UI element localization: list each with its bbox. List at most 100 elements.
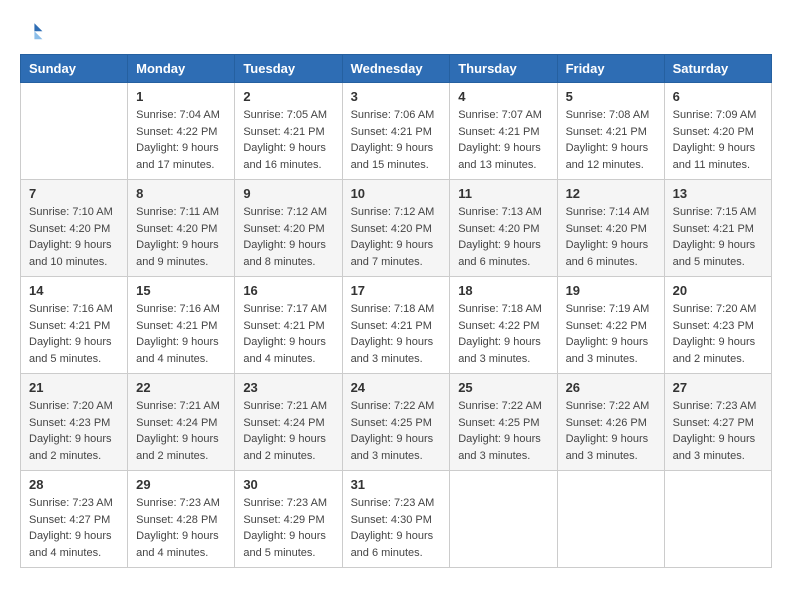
day-info: Sunrise: 7:06 AM Sunset: 4:21 PM Dayligh… bbox=[351, 107, 442, 173]
calendar-cell: 13 Sunrise: 7:15 AM Sunset: 4:21 PM Dayli… bbox=[664, 180, 771, 277]
calendar-cell: 15Sunrise: 7:16 AM Sunset: 4:21 PM Dayli… bbox=[128, 277, 235, 374]
calendar-cell: 7 Sunrise: 7:10 AM Sunset: 4:20 PM Daylig… bbox=[21, 180, 128, 277]
day-info: Sunrise: 7:07 AM Sunset: 4:21 PM Dayligh… bbox=[458, 107, 548, 173]
calendar-cell: 14Sunrise: 7:16 AM Sunset: 4:21 PM Dayli… bbox=[21, 277, 128, 374]
calendar-cell: 21 Sunrise: 7:20 AM Sunset: 4:23 PM Dayli… bbox=[21, 374, 128, 471]
calendar-cell: 26Sunrise: 7:22 AM Sunset: 4:26 PM Dayli… bbox=[557, 374, 664, 471]
calendar-cell: 8 Sunrise: 7:11 AM Sunset: 4:20 PM Daylig… bbox=[128, 180, 235, 277]
day-number: 9 bbox=[243, 186, 333, 201]
calendar-cell: 19 Sunrise: 7:19 AM Sunset: 4:22 PM Dayli… bbox=[557, 277, 664, 374]
day-info: Sunrise: 7:20 AM Sunset: 4:23 PM Dayligh… bbox=[29, 398, 119, 464]
day-number: 11 bbox=[458, 186, 548, 201]
day-number: 4 bbox=[458, 89, 548, 104]
day-info: Sunrise: 7:21 AM Sunset: 4:24 PM Dayligh… bbox=[243, 398, 333, 464]
day-info: Sunrise: 7:11 AM Sunset: 4:20 PM Dayligh… bbox=[136, 204, 226, 270]
day-number: 20 bbox=[673, 283, 763, 298]
calendar-cell: 6Sunrise: 7:09 AM Sunset: 4:20 PM Daylig… bbox=[664, 83, 771, 180]
calendar-cell: 1Sunrise: 7:04 AM Sunset: 4:22 PM Daylig… bbox=[128, 83, 235, 180]
column-header-tuesday: Tuesday bbox=[235, 55, 342, 83]
day-number: 29 bbox=[136, 477, 226, 492]
calendar-cell: 11 Sunrise: 7:13 AM Sunset: 4:20 PM Dayli… bbox=[450, 180, 557, 277]
day-info: Sunrise: 7:23 AM Sunset: 4:27 PM Dayligh… bbox=[29, 495, 119, 561]
day-info: Sunrise: 7:19 AM Sunset: 4:22 PM Dayligh… bbox=[566, 301, 656, 367]
day-number: 24 bbox=[351, 380, 442, 395]
day-info: Sunrise: 7:23 AM Sunset: 4:27 PM Dayligh… bbox=[673, 398, 763, 464]
day-number: 23 bbox=[243, 380, 333, 395]
calendar-cell: 31 Sunrise: 7:23 AM Sunset: 4:30 PM Dayli… bbox=[342, 471, 450, 568]
day-number: 30 bbox=[243, 477, 333, 492]
day-number: 31 bbox=[351, 477, 442, 492]
day-info: Sunrise: 7:08 AM Sunset: 4:21 PM Dayligh… bbox=[566, 107, 656, 173]
calendar-cell bbox=[450, 471, 557, 568]
day-info: Sunrise: 7:12 AM Sunset: 4:20 PM Dayligh… bbox=[243, 204, 333, 270]
calendar-cell: 12 Sunrise: 7:14 AM Sunset: 4:20 PM Dayli… bbox=[557, 180, 664, 277]
day-number: 14 bbox=[29, 283, 119, 298]
day-info: Sunrise: 7:17 AM Sunset: 4:21 PM Dayligh… bbox=[243, 301, 333, 367]
day-number: 5 bbox=[566, 89, 656, 104]
day-number: 21 bbox=[29, 380, 119, 395]
calendar-cell: 23 Sunrise: 7:21 AM Sunset: 4:24 PM Dayli… bbox=[235, 374, 342, 471]
day-number: 2 bbox=[243, 89, 333, 104]
day-info: Sunrise: 7:23 AM Sunset: 4:30 PM Dayligh… bbox=[351, 495, 442, 561]
day-info: Sunrise: 7:15 AM Sunset: 4:21 PM Dayligh… bbox=[673, 204, 763, 270]
calendar-cell: 29 Sunrise: 7:23 AM Sunset: 4:28 PM Dayli… bbox=[128, 471, 235, 568]
day-number: 12 bbox=[566, 186, 656, 201]
calendar-cell: 4 Sunrise: 7:07 AM Sunset: 4:21 PM Daylig… bbox=[450, 83, 557, 180]
day-info: Sunrise: 7:04 AM Sunset: 4:22 PM Dayligh… bbox=[136, 107, 226, 173]
calendar-cell: 17 Sunrise: 7:18 AM Sunset: 4:21 PM Dayli… bbox=[342, 277, 450, 374]
logo bbox=[20, 20, 48, 44]
day-info: Sunrise: 7:18 AM Sunset: 4:22 PM Dayligh… bbox=[458, 301, 548, 367]
page-header bbox=[20, 20, 772, 44]
day-info: Sunrise: 7:21 AM Sunset: 4:24 PM Dayligh… bbox=[136, 398, 226, 464]
calendar-cell bbox=[21, 83, 128, 180]
day-info: Sunrise: 7:22 AM Sunset: 4:25 PM Dayligh… bbox=[351, 398, 442, 464]
day-number: 7 bbox=[29, 186, 119, 201]
day-info: Sunrise: 7:13 AM Sunset: 4:20 PM Dayligh… bbox=[458, 204, 548, 270]
day-number: 8 bbox=[136, 186, 226, 201]
calendar-cell: 18 Sunrise: 7:18 AM Sunset: 4:22 PM Dayli… bbox=[450, 277, 557, 374]
calendar-cell: 30 Sunrise: 7:23 AM Sunset: 4:29 PM Dayli… bbox=[235, 471, 342, 568]
logo-icon bbox=[20, 20, 44, 44]
day-number: 10 bbox=[351, 186, 442, 201]
day-info: Sunrise: 7:18 AM Sunset: 4:21 PM Dayligh… bbox=[351, 301, 442, 367]
day-number: 13 bbox=[673, 186, 763, 201]
column-header-monday: Monday bbox=[128, 55, 235, 83]
day-info: Sunrise: 7:23 AM Sunset: 4:28 PM Dayligh… bbox=[136, 495, 226, 561]
day-number: 27 bbox=[673, 380, 763, 395]
day-number: 28 bbox=[29, 477, 119, 492]
week-row-5: 28 Sunrise: 7:23 AM Sunset: 4:27 PM Dayli… bbox=[21, 471, 772, 568]
calendar-table: SundayMondayTuesdayWednesdayThursdayFrid… bbox=[20, 54, 772, 568]
calendar-header-row: SundayMondayTuesdayWednesdayThursdayFrid… bbox=[21, 55, 772, 83]
day-number: 25 bbox=[458, 380, 548, 395]
calendar-cell: 22 Sunrise: 7:21 AM Sunset: 4:24 PM Dayli… bbox=[128, 374, 235, 471]
calendar-cell: 20 Sunrise: 7:20 AM Sunset: 4:23 PM Dayli… bbox=[664, 277, 771, 374]
calendar-cell bbox=[664, 471, 771, 568]
day-info: Sunrise: 7:09 AM Sunset: 4:20 PM Dayligh… bbox=[673, 107, 763, 173]
day-info: Sunrise: 7:20 AM Sunset: 4:23 PM Dayligh… bbox=[673, 301, 763, 367]
column-header-wednesday: Wednesday bbox=[342, 55, 450, 83]
calendar-cell: 9 Sunrise: 7:12 AM Sunset: 4:20 PM Daylig… bbox=[235, 180, 342, 277]
calendar-cell: 25 Sunrise: 7:22 AM Sunset: 4:25 PM Dayli… bbox=[450, 374, 557, 471]
column-header-thursday: Thursday bbox=[450, 55, 557, 83]
day-number: 3 bbox=[351, 89, 442, 104]
day-info: Sunrise: 7:14 AM Sunset: 4:20 PM Dayligh… bbox=[566, 204, 656, 270]
calendar-cell bbox=[557, 471, 664, 568]
day-info: Sunrise: 7:10 AM Sunset: 4:20 PM Dayligh… bbox=[29, 204, 119, 270]
day-info: Sunrise: 7:23 AM Sunset: 4:29 PM Dayligh… bbox=[243, 495, 333, 561]
day-number: 16 bbox=[243, 283, 333, 298]
column-header-sunday: Sunday bbox=[21, 55, 128, 83]
calendar-cell: 24 Sunrise: 7:22 AM Sunset: 4:25 PM Dayli… bbox=[342, 374, 450, 471]
week-row-1: 1Sunrise: 7:04 AM Sunset: 4:22 PM Daylig… bbox=[21, 83, 772, 180]
day-info: Sunrise: 7:12 AM Sunset: 4:20 PM Dayligh… bbox=[351, 204, 442, 270]
day-number: 22 bbox=[136, 380, 226, 395]
week-row-2: 7 Sunrise: 7:10 AM Sunset: 4:20 PM Daylig… bbox=[21, 180, 772, 277]
calendar-cell: 5 Sunrise: 7:08 AM Sunset: 4:21 PM Daylig… bbox=[557, 83, 664, 180]
day-number: 17 bbox=[351, 283, 442, 298]
day-info: Sunrise: 7:05 AM Sunset: 4:21 PM Dayligh… bbox=[243, 107, 333, 173]
day-number: 15 bbox=[136, 283, 226, 298]
day-info: Sunrise: 7:22 AM Sunset: 4:25 PM Dayligh… bbox=[458, 398, 548, 464]
calendar-cell: 3 Sunrise: 7:06 AM Sunset: 4:21 PM Daylig… bbox=[342, 83, 450, 180]
day-number: 18 bbox=[458, 283, 548, 298]
calendar-cell: 16 Sunrise: 7:17 AM Sunset: 4:21 PM Dayli… bbox=[235, 277, 342, 374]
day-number: 19 bbox=[566, 283, 656, 298]
